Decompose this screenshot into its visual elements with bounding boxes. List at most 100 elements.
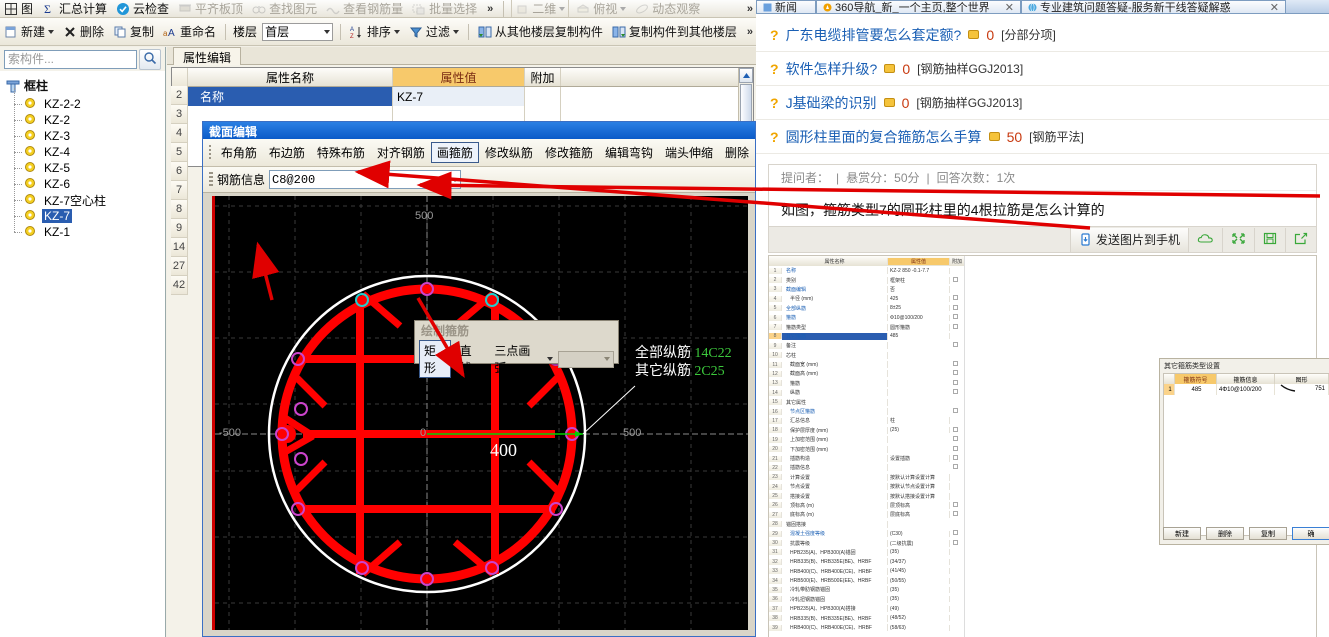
embedded-row[interactable]: 23 计算设置 按默认计算设置计算 bbox=[769, 473, 964, 482]
search-input[interactable]: 索构件... bbox=[4, 49, 137, 69]
other-stirrup-row[interactable]: 1 485 4Φ10@100/200 751 bbox=[1164, 384, 1329, 395]
embedded-row[interactable]: 38 HRB335(B)、HRB335E(BE)、HRBF (48/52) bbox=[769, 613, 964, 622]
embedded-row[interactable]: 7 箍筋类型 圆形箍筋 bbox=[769, 322, 964, 331]
toolbar-button-cloud-check[interactable]: 云检查 bbox=[114, 0, 171, 17]
toolbar-button-grid[interactable]: 图 bbox=[2, 0, 35, 17]
tree-item-KZ-3[interactable]: KZ-3 bbox=[14, 120, 165, 144]
embedded-row[interactable]: 16 节点区箍筋 bbox=[769, 407, 964, 416]
delete-button[interactable]: 删除 bbox=[61, 22, 106, 41]
browser-tab-2[interactable]: 专业建筑问题答疑-服务新干线答疑解惑 ✕ bbox=[1021, 0, 1286, 13]
chevron-down-icon-filter[interactable] bbox=[452, 29, 459, 34]
question-row-2[interactable]: ? J基础梁的识别 0 [钢筋抽样GGJ2013] bbox=[756, 86, 1329, 120]
embedded-row[interactable]: 4 半径 (mm) 425 bbox=[769, 294, 964, 303]
chevron-down-icon-floor[interactable] bbox=[323, 29, 330, 34]
embedded-row-check[interactable] bbox=[950, 530, 964, 537]
embedded-row[interactable]: 3 截面编辑否 bbox=[769, 285, 964, 294]
rename-button[interactable]: aA 重命名 bbox=[161, 22, 218, 41]
embedded-row-check[interactable] bbox=[950, 436, 964, 443]
embedded-row[interactable]: 12 截面高 (mm) bbox=[769, 369, 964, 378]
embedded-row-check[interactable] bbox=[950, 361, 964, 368]
toolbar-grip[interactable] bbox=[209, 144, 211, 161]
copy-from-other-floor-button[interactable]: 从其他楼层复制构件 bbox=[476, 22, 605, 41]
toolbar-button-batch-select[interactable]: 批量选择 bbox=[410, 0, 479, 17]
section-tool-2[interactable]: 特殊布筋 bbox=[311, 142, 371, 163]
question-row-3[interactable]: ? 圆形柱里面的复合箍筋怎么手算 50 [钢筋平法] bbox=[756, 120, 1329, 154]
section-tool-4[interactable]: 画箍筋 bbox=[430, 142, 479, 163]
search-button[interactable] bbox=[139, 48, 161, 70]
embedded-row-check[interactable] bbox=[950, 379, 964, 387]
cloud-button[interactable] bbox=[1188, 227, 1222, 252]
embedded-row[interactable]: 22 插筋信息 bbox=[769, 463, 964, 472]
save-button[interactable] bbox=[1254, 227, 1285, 252]
embedded-row[interactable]: 32 HRB335(B)、HRB335E(BE)、HRBF (34/37) bbox=[769, 557, 964, 566]
embedded-row[interactable]: 34 HRB500(E)、HRB500E(EE)、HRBF (50/55) bbox=[769, 576, 964, 585]
question-link[interactable]: 软件怎样升级? bbox=[786, 59, 878, 79]
embedded-row-check[interactable] bbox=[950, 276, 964, 284]
embedded-row-check[interactable] bbox=[950, 323, 964, 331]
embedded-row[interactable]: 30 抗震等级 (二级抗震) bbox=[769, 538, 964, 547]
tree-item-KZ-6[interactable]: KZ-6 bbox=[14, 168, 165, 192]
embedded-row[interactable]: 5 全部纵筋 8±25 bbox=[769, 304, 964, 313]
chevron-down-icon-draw2[interactable] bbox=[604, 357, 610, 361]
embedded-row-check[interactable] bbox=[950, 370, 964, 377]
embedded-row[interactable]: 1 名称 KZ-2 850 -0.1-7.7 bbox=[769, 266, 964, 275]
sub-panel-button-3[interactable]: 确 bbox=[1292, 527, 1329, 540]
sort-button[interactable]: AZ 排序 bbox=[348, 22, 402, 41]
toolbar-button-orbit[interactable]: 动态观察 bbox=[633, 0, 702, 17]
property-row-number[interactable]: 8 bbox=[171, 200, 188, 219]
tab-property-editor[interactable]: 属性编辑 bbox=[173, 47, 242, 65]
close-icon[interactable]: ✕ bbox=[1005, 1, 1014, 14]
browser-tab-0[interactable]: 新闻 bbox=[756, 0, 816, 13]
embedded-row-check[interactable] bbox=[950, 511, 964, 518]
draw-button-1[interactable]: 直线 bbox=[456, 341, 486, 377]
embedded-row[interactable]: 19 上加密范围 (mm) bbox=[769, 435, 964, 444]
embedded-row-check[interactable] bbox=[950, 426, 964, 434]
question-row-0[interactable]: ? 广东电缆排管要怎么套定额? 0 [分部分项] bbox=[756, 18, 1329, 52]
property-row-number[interactable]: 27 bbox=[171, 257, 188, 276]
chevron-down-icon[interactable] bbox=[559, 6, 566, 11]
sub-panel-button-1[interactable]: 删除 bbox=[1206, 527, 1244, 540]
question-row-1[interactable]: ? 软件怎样升级? 0 [钢筋抽样GGJ2013] bbox=[756, 52, 1329, 86]
section-tool-7[interactable]: 编辑弯钩 bbox=[599, 142, 659, 163]
embedded-row[interactable]: 13 箍筋 bbox=[769, 379, 964, 388]
chevron-down-icon-2[interactable] bbox=[620, 6, 627, 11]
embedded-row[interactable]: 37 HPB235(A)、HPB300(A)搭接 (49) bbox=[769, 604, 964, 613]
draw-button-0[interactable]: 矩形 bbox=[419, 340, 451, 378]
new-button[interactable]: 新建 bbox=[2, 22, 56, 41]
embedded-row[interactable]: 14 纵筋 bbox=[769, 388, 964, 397]
property-row-name[interactable]: 1 名称 KZ-7 bbox=[172, 87, 753, 106]
scroll-up-button[interactable] bbox=[739, 68, 753, 83]
chevron-down-icon-rebar[interactable] bbox=[452, 177, 459, 182]
embedded-row-check[interactable] bbox=[950, 295, 964, 302]
embedded-row[interactable]: 25 搭接设置 按默认搭接设置计算 bbox=[769, 491, 964, 500]
chevron-down-icon-new[interactable] bbox=[48, 29, 55, 34]
property-row-number[interactable]: 9 bbox=[171, 219, 188, 238]
tree-item-KZ-5[interactable]: KZ-5 bbox=[14, 152, 165, 176]
tree-item-KZ-2[interactable]: KZ-2 bbox=[14, 104, 165, 128]
copy-button[interactable]: 复制 bbox=[111, 22, 156, 41]
question-link[interactable]: 广东电缆排管要怎么套定额? bbox=[786, 25, 962, 45]
embedded-row[interactable]: 20 下加密范围 (mm) bbox=[769, 444, 964, 453]
embedded-row[interactable]: 33 HRB400(C)、HRB400E(CE)、HRBF (41/45) bbox=[769, 567, 964, 576]
embedded-row[interactable]: 10 芯柱 bbox=[769, 351, 964, 360]
embedded-row[interactable]: 2 类别 框架柱 bbox=[769, 275, 964, 284]
embedded-row-check[interactable] bbox=[950, 342, 964, 349]
embedded-row[interactable]: 18 保护层厚度 (mm) (25) bbox=[769, 426, 964, 435]
toolbar-button-summary[interactable]: Σ 汇总计算 bbox=[40, 0, 109, 17]
question-link[interactable]: J基础梁的识别 bbox=[786, 93, 877, 113]
property-row-number[interactable]: 4 bbox=[171, 124, 188, 143]
embedded-row[interactable]: 8 其它箍筋 485 bbox=[769, 332, 964, 341]
property-row-number[interactable]: 5 bbox=[171, 143, 188, 162]
toolbar-overflow-2[interactable]: » bbox=[744, 3, 756, 15]
share-button[interactable] bbox=[1285, 227, 1316, 252]
embedded-row[interactable]: 24 节点设置 按默认节点设置计算 bbox=[769, 482, 964, 491]
tree-item-KZ-1[interactable]: KZ-1 bbox=[14, 216, 165, 240]
embedded-row[interactable]: 35 冷轧带肋钢筋锚固 (35) bbox=[769, 585, 964, 594]
property-value-cell[interactable]: KZ-7 bbox=[393, 87, 525, 106]
toolbar-button-top-view[interactable]: 俯视 bbox=[574, 0, 628, 17]
embedded-row-check[interactable] bbox=[950, 408, 964, 415]
toolbar-button-view-rebar[interactable]: 查看钢筋量 bbox=[324, 0, 405, 17]
tree-item-KZ-7空心柱[interactable]: KZ-7空心柱 bbox=[14, 184, 165, 208]
property-extra-cell[interactable] bbox=[525, 87, 561, 106]
embedded-row-check[interactable] bbox=[950, 455, 964, 462]
